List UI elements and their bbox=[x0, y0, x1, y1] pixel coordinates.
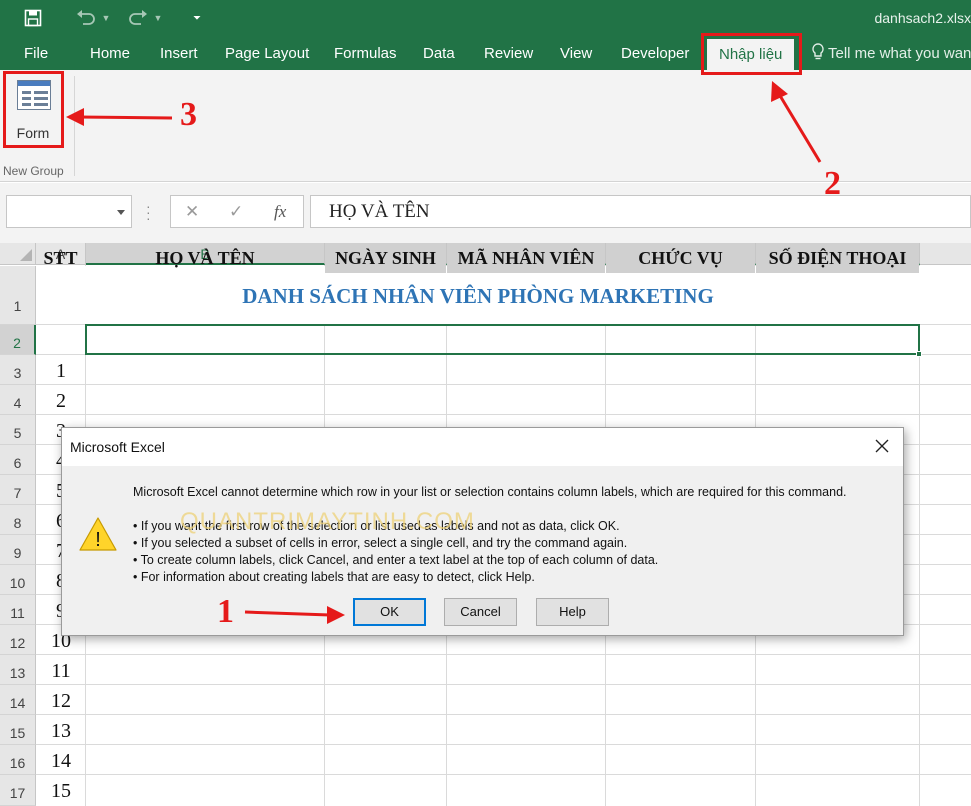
tab-view[interactable]: View bbox=[560, 36, 592, 70]
row-header[interactable]: 4 bbox=[0, 385, 36, 415]
tab-page-layout[interactable]: Page Layout bbox=[225, 36, 309, 70]
tab-formulas[interactable]: Formulas bbox=[334, 36, 397, 70]
row-header[interactable]: 5 bbox=[0, 415, 36, 445]
header-ho-va-ten[interactable]: HỌ VÀ TÊN bbox=[86, 243, 324, 273]
dialog-title: Microsoft Excel bbox=[70, 439, 165, 455]
row-header[interactable]: 8 bbox=[0, 505, 36, 535]
stt-cell[interactable]: 12 bbox=[37, 685, 85, 715]
row-header[interactable]: 12 bbox=[0, 625, 36, 655]
column-header-g[interactable] bbox=[920, 243, 971, 265]
formula-input[interactable]: HỌ VÀ TÊN bbox=[310, 195, 971, 228]
stt-cell[interactable]: 2 bbox=[37, 385, 85, 415]
stt-cell[interactable]: 14 bbox=[37, 745, 85, 775]
annotation-box-form bbox=[3, 71, 64, 148]
warning-glyph: ! bbox=[95, 529, 101, 551]
annotation-box-tab bbox=[701, 33, 802, 75]
row-header[interactable]: 15 bbox=[0, 715, 36, 745]
row-header[interactable]: 6 bbox=[0, 445, 36, 475]
annotation-step-3: 3 bbox=[180, 96, 197, 133]
dialog-title-bar[interactable]: Microsoft Excel bbox=[62, 428, 903, 466]
row-header[interactable]: 7 bbox=[0, 475, 36, 505]
header-chuc-vu[interactable]: CHỨC VỤ bbox=[606, 243, 755, 273]
select-all-corner[interactable] bbox=[0, 243, 36, 265]
row-header[interactable]: 10 bbox=[0, 565, 36, 595]
window-filename: danhsach2.xlsx bbox=[874, 10, 971, 26]
enter-icon[interactable]: ✓ bbox=[229, 202, 243, 222]
tab-data[interactable]: Data bbox=[423, 36, 455, 70]
dialog-bullet: • To create column labels, click Cancel,… bbox=[133, 553, 659, 567]
tab-file[interactable]: File bbox=[24, 36, 48, 70]
row-header[interactable]: 13 bbox=[0, 655, 36, 685]
tab-review[interactable]: Review bbox=[484, 36, 533, 70]
redo-dropdown-icon[interactable]: ▼ bbox=[151, 7, 165, 29]
dialog-bullet: • If you selected a subset of cells in e… bbox=[133, 536, 628, 550]
fill-handle[interactable] bbox=[916, 351, 922, 357]
resize-handle-icon[interactable]: · · · bbox=[146, 199, 151, 225]
save-icon[interactable] bbox=[20, 7, 46, 29]
header-ngay-sinh[interactable]: NGÀY SINH bbox=[325, 243, 446, 273]
header-stt[interactable]: STT bbox=[36, 243, 85, 273]
customize-icon[interactable]: ⏷ bbox=[188, 7, 206, 29]
row-header[interactable]: 3 bbox=[0, 355, 36, 385]
redo-icon[interactable] bbox=[126, 7, 150, 29]
cell-selection bbox=[85, 324, 920, 355]
group-label: New Group bbox=[3, 164, 64, 178]
stt-cell[interactable]: 13 bbox=[37, 715, 85, 745]
header-ma-nhan-vien[interactable]: MÃ NHÂN VIÊN bbox=[447, 243, 605, 273]
title-bar: ▼ ▼ ⏷ danhsach2.xlsx bbox=[0, 0, 971, 36]
stt-cell[interactable]: 1 bbox=[37, 355, 85, 385]
tell-me-search[interactable]: Tell me what you want to do bbox=[812, 36, 971, 70]
row-header[interactable]: 11 bbox=[0, 595, 36, 625]
header-so-dien-thoai[interactable]: SỐ ĐIỆN THOẠI bbox=[756, 243, 919, 273]
group-separator bbox=[74, 76, 75, 176]
stt-cell[interactable]: 11 bbox=[37, 655, 85, 685]
help-button[interactable]: Help bbox=[536, 598, 609, 626]
tab-insert[interactable]: Insert bbox=[160, 36, 198, 70]
formula-buttons: ✕ ✓ fx bbox=[170, 195, 304, 228]
row-header[interactable]: 17 bbox=[0, 775, 36, 806]
watermark: QUANTRIMAYTINH.COM bbox=[180, 508, 475, 535]
annotation-step-2: 2 bbox=[824, 165, 841, 202]
row-header[interactable]: 2 bbox=[0, 325, 36, 355]
dialog-bullet: • For information about creating labels … bbox=[133, 570, 535, 584]
tell-me-text: Tell me what you want to do bbox=[828, 45, 971, 62]
name-box[interactable] bbox=[6, 195, 132, 228]
insert-function-icon[interactable]: fx bbox=[274, 202, 286, 222]
close-icon[interactable] bbox=[865, 432, 899, 462]
row-header[interactable]: 16 bbox=[0, 745, 36, 775]
undo-icon[interactable] bbox=[74, 7, 98, 29]
ribbon-tabs: File Home Insert Page Layout Formulas Da… bbox=[0, 36, 971, 70]
sheet-title[interactable]: DANH SÁCH NHÂN VIÊN PHÒNG MARKETING bbox=[36, 266, 920, 324]
dialog-message: Microsoft Excel cannot determine which r… bbox=[133, 485, 847, 499]
annotation-step-1: 1 bbox=[217, 593, 234, 630]
stt-cell[interactable]: 15 bbox=[37, 775, 85, 805]
chevron-down-icon[interactable] bbox=[117, 210, 125, 215]
row-header[interactable]: 14 bbox=[0, 685, 36, 715]
tab-home[interactable]: Home bbox=[90, 36, 130, 70]
row-header[interactable]: 1 bbox=[0, 266, 36, 325]
warning-icon: ! bbox=[79, 516, 117, 552]
cancel-icon[interactable]: ✕ bbox=[185, 202, 199, 222]
cancel-button[interactable]: Cancel bbox=[444, 598, 517, 626]
undo-dropdown-icon[interactable]: ▼ bbox=[99, 7, 113, 29]
row-header[interactable]: 9 bbox=[0, 535, 36, 565]
ok-button[interactable]: OK bbox=[353, 598, 426, 626]
tab-developer[interactable]: Developer bbox=[621, 36, 689, 70]
